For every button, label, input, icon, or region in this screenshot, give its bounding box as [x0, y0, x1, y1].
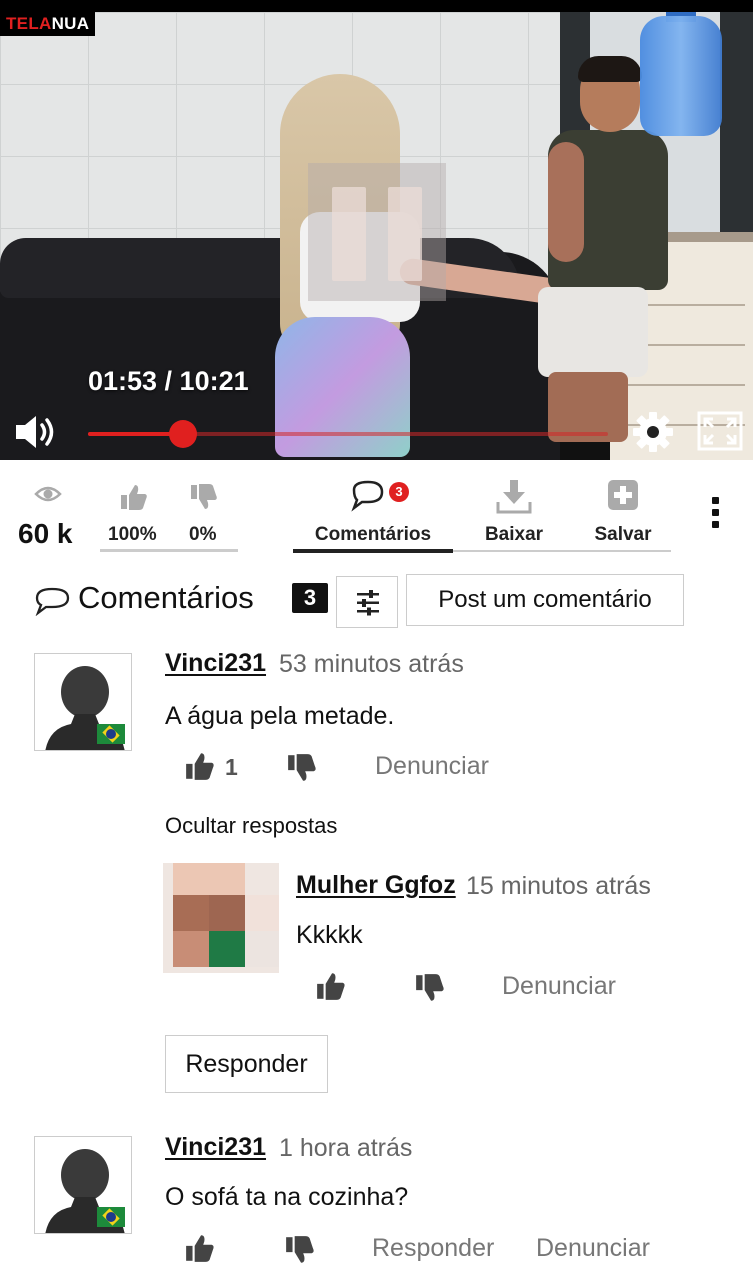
thumbs-down-icon[interactable]: [189, 482, 219, 512]
views-count: 60 k: [18, 518, 73, 549]
eye-icon: [34, 486, 62, 502]
video-stats-row: 60 k 100% 0% 3 Comentários Baixar Salvar: [0, 474, 753, 558]
report-link[interactable]: Denunciar: [536, 1234, 650, 1263]
reply-link[interactable]: Responder: [372, 1234, 494, 1263]
time-display: 01:53 / 10:21: [88, 366, 249, 396]
active-tab-indicator: [293, 549, 453, 553]
comment-author[interactable]: Vinci231: [165, 649, 266, 678]
comments-badge: 3: [389, 482, 409, 502]
thumbs-down-icon[interactable]: [283, 1234, 317, 1266]
status-bar-strip: [0, 0, 753, 12]
reply-text: Kkkkk: [296, 921, 363, 949]
site-logo[interactable]: TELANUA: [0, 12, 96, 36]
brazil-flag-icon: [97, 1207, 125, 1227]
like-percentage: 100%: [108, 524, 157, 545]
reply-author[interactable]: Mulher Ggfoz: [296, 871, 456, 900]
reply-button[interactable]: Responder: [165, 1035, 328, 1093]
avatar[interactable]: [163, 863, 279, 973]
gear-icon[interactable]: [632, 411, 674, 453]
pause-button[interactable]: [308, 163, 446, 301]
thumbs-up-icon[interactable]: [119, 482, 149, 512]
download-icon: [496, 480, 532, 514]
comment-time: 53 minutos atrás: [279, 650, 464, 678]
hide-replies-link[interactable]: Ocultar respostas: [165, 813, 337, 839]
plus-square-icon: [608, 480, 638, 510]
avatar[interactable]: [34, 1136, 132, 1234]
report-link[interactable]: Denunciar: [502, 972, 616, 1001]
post-comment-button[interactable]: Post um comentário: [406, 574, 684, 626]
fullscreen-icon[interactable]: [697, 411, 743, 451]
sort-filter-button[interactable]: [336, 576, 398, 628]
thumbs-up-icon[interactable]: [314, 970, 348, 1002]
comment-time: 1 hora atrás: [279, 1134, 413, 1162]
video-player[interactable]: TELANUA 01:53 / 10:21: [0, 0, 753, 460]
like-count: 1: [225, 754, 238, 780]
comment-author[interactable]: Vinci231: [165, 1133, 266, 1162]
thumbs-down-icon[interactable]: [285, 752, 319, 784]
rating-bar: [100, 549, 238, 552]
progress-handle[interactable]: [168, 420, 197, 448]
speech-bubble-icon: [35, 587, 70, 616]
thumbs-up-icon[interactable]: [183, 1232, 217, 1264]
comments-count: 3: [292, 583, 328, 613]
vertical-dots-icon[interactable]: [712, 497, 722, 533]
avatar[interactable]: [34, 653, 132, 751]
comment-text: A água pela metade.: [165, 702, 395, 730]
brazil-flag-icon: [97, 724, 125, 744]
thumbs-up-icon[interactable]: [183, 750, 217, 782]
progress-bar[interactable]: [88, 420, 608, 448]
save-button[interactable]: Salvar: [543, 474, 703, 558]
speaker-icon[interactable]: [14, 412, 62, 452]
comments-title: Comentários: [78, 580, 254, 615]
thumbs-down-icon[interactable]: [413, 972, 447, 1004]
reply-time: 15 minutos atrás: [466, 872, 651, 900]
report-link[interactable]: Denunciar: [375, 752, 489, 781]
dislike-percentage: 0%: [189, 524, 217, 545]
tab-comments[interactable]: 3 Comentários: [293, 474, 453, 558]
comments-header: Comentários 3 Post um comentário: [34, 574, 724, 628]
pause-icon: [332, 187, 366, 281]
sliders-icon: [357, 590, 379, 616]
tab-underline: [453, 550, 671, 552]
comment-text: O sofá ta na cozinha?: [165, 1183, 409, 1211]
